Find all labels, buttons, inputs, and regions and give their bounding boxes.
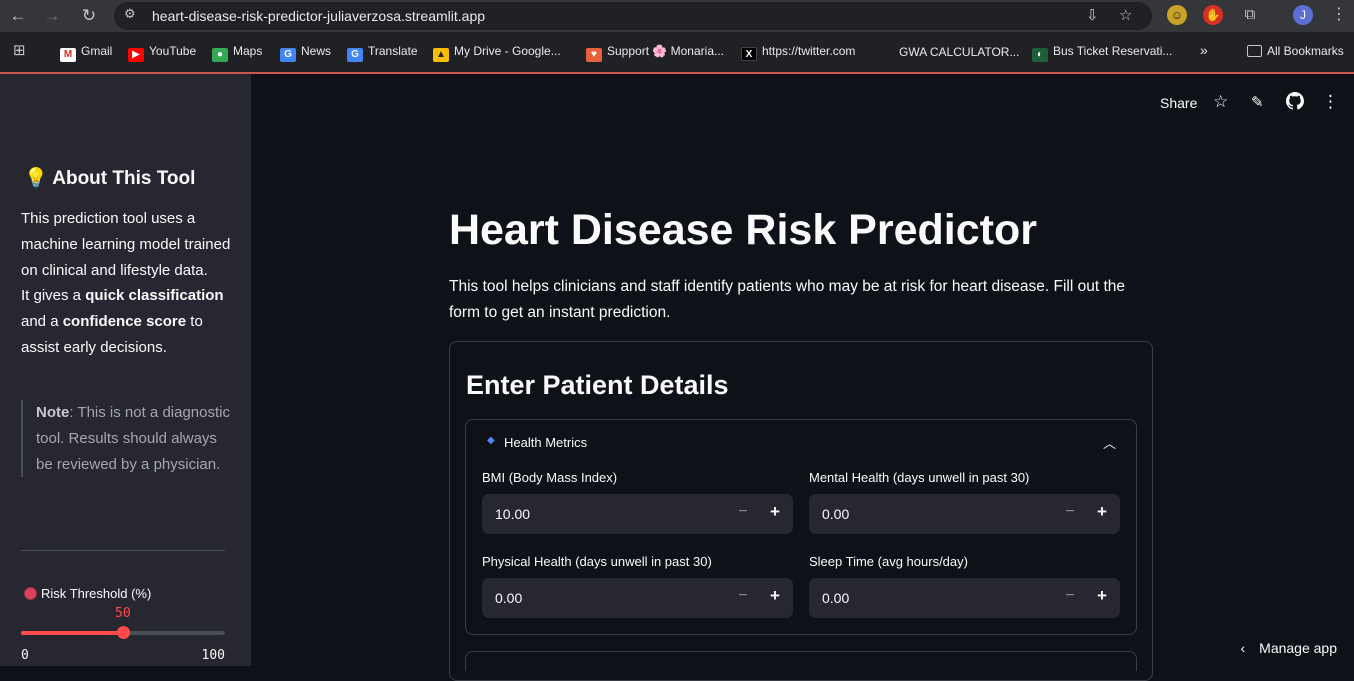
health-metrics-expander[interactable]: ◆ Health Metrics ︿ BMI (Body Mass Index)…	[465, 419, 1137, 635]
reload-icon[interactable]: ↻	[77, 4, 101, 28]
bmi-input[interactable]: 10.00 − +	[482, 494, 793, 534]
bmi-label: BMI (Body Mass Index)	[482, 470, 618, 485]
bookmark-drive[interactable]: ▲ My Drive - Google...	[433, 44, 561, 62]
more-bookmarks-icon[interactable]: »	[1200, 42, 1208, 58]
bookmarks-bar: ⊞ M Gmail ▶ YouTube ● Maps G News G Translate…	[0, 36, 1354, 68]
back-arrow-icon[interactable]: ←	[6, 4, 30, 28]
lightbulb-icon: 💡	[24, 168, 48, 189]
x-icon: X	[741, 47, 757, 61]
sidebar-heading: 💡 About This Tool	[24, 168, 196, 189]
mental-health-value[interactable]: 0.00	[822, 506, 849, 522]
slider-fill	[21, 631, 123, 635]
physical-health-value[interactable]: 0.00	[495, 590, 522, 606]
mental-health-label: Mental Health (days unwell in past 30)	[809, 470, 1030, 485]
bookmark-gmail[interactable]: M Gmail	[60, 44, 112, 62]
bookmark-bus[interactable]: ◐ Bus Ticket Reservati...	[1032, 44, 1172, 62]
diamond-icon: ◆	[487, 435, 495, 446]
page-intro: This tool helps clinicians and staff ide…	[449, 278, 1126, 321]
bookmark-twitter[interactable]: Xhttps://twitter.com	[741, 44, 855, 61]
edit-pencil-icon[interactable]: ✎	[1251, 93, 1264, 111]
bookmark-support[interactable]: ♥ Support 🌸 Monaria...	[586, 44, 724, 62]
install-app-icon[interactable]: ⇩	[1086, 6, 1099, 24]
sleep-time-decrement-button[interactable]: −	[1062, 587, 1078, 605]
patient-form: Enter Patient Details ◆ Health Metrics ︿…	[449, 341, 1153, 681]
bookmark-star-icon[interactable]: ☆	[1119, 6, 1132, 24]
folder-icon	[1247, 45, 1262, 57]
gmail-icon: M	[60, 48, 76, 62]
slider-value: 50	[115, 606, 131, 621]
share-button[interactable]: Share	[1160, 95, 1197, 111]
physical-health-label: Physical Health (days unwell in past 30)	[482, 554, 712, 569]
bmi-decrement-button[interactable]: −	[735, 503, 751, 521]
app-menu-icon[interactable]: ⋮	[1322, 92, 1339, 112]
extension-avatar-icon[interactable]: ☺	[1167, 5, 1187, 25]
extensions-puzzle-icon[interactable]: ⧉	[1240, 5, 1260, 25]
youtube-icon: ▶	[128, 48, 144, 62]
sleep-time-label: Sleep Time (avg hours/day)	[809, 554, 968, 569]
translate-icon: G	[347, 48, 363, 62]
physical-health-decrement-button[interactable]: −	[735, 587, 751, 605]
slider-thumb[interactable]	[117, 626, 130, 639]
url-text: heart-disease-risk-predictor-juliaverzos…	[152, 8, 486, 24]
drive-icon: ▲	[433, 48, 449, 62]
chevron-up-icon[interactable]: ︿	[1103, 433, 1116, 452]
slider-min-label: 0	[21, 648, 29, 663]
profile-avatar[interactable]: J	[1293, 5, 1313, 25]
mental-health-increment-button[interactable]: +	[1094, 502, 1110, 522]
extension-shield-icon[interactable]: ✋	[1203, 5, 1223, 25]
sleep-time-increment-button[interactable]: +	[1094, 586, 1110, 606]
github-icon[interactable]	[1286, 92, 1304, 113]
bookmark-news[interactable]: G News	[280, 44, 331, 62]
sidebar-divider	[21, 550, 225, 551]
support-icon: ♥	[586, 48, 602, 62]
star-icon[interactable]: ☆	[1213, 92, 1228, 112]
sleep-time-value[interactable]: 0.00	[822, 590, 849, 606]
mental-health-input[interactable]: 0.00 − +	[809, 494, 1120, 534]
mental-health-decrement-button[interactable]: −	[1062, 503, 1078, 521]
red-circle-icon	[24, 587, 37, 600]
sidebar-description: This prediction tool uses a machine lear…	[21, 210, 231, 356]
slider-max-label: 100	[201, 648, 225, 663]
page-icon	[878, 44, 894, 58]
bookmark-maps[interactable]: ● Maps	[212, 44, 262, 62]
chevron-left-icon: ‹	[1240, 640, 1246, 656]
bookmark-youtube[interactable]: ▶ YouTube	[128, 44, 196, 62]
page-title: Heart Disease Risk Predictor	[449, 206, 1037, 254]
bus-icon: ◐	[1032, 48, 1048, 62]
physical-health-increment-button[interactable]: +	[767, 586, 783, 606]
forward-arrow-icon[interactable]: →	[40, 4, 64, 28]
physical-health-input[interactable]: 0.00 − +	[482, 578, 793, 618]
bmi-value[interactable]: 10.00	[495, 506, 530, 522]
browser-chrome: ← → ↻ ⚙ heart-disease-risk-predictor-jul…	[0, 0, 1354, 74]
bmi-increment-button[interactable]: +	[767, 502, 783, 522]
sidebar-note: Note: This is not a diagnostic tool. Res…	[21, 400, 231, 478]
site-info-icon[interactable]: ⚙	[124, 6, 136, 22]
browser-toolbar: ← → ↻ ⚙ heart-disease-risk-predictor-jul…	[0, 0, 1354, 32]
bookmark-gwa[interactable]: GWA CALCULATOR...	[878, 44, 1019, 59]
manage-app-button[interactable]: ‹ Manage app	[1240, 640, 1337, 656]
form-heading: Enter Patient Details	[466, 370, 729, 400]
all-bookmarks[interactable]: All Bookmarks	[1247, 44, 1344, 58]
next-expander[interactable]	[465, 651, 1137, 671]
risk-threshold-label: Risk Threshold (%)	[24, 586, 151, 601]
expander-title: Health Metrics	[504, 435, 588, 450]
bookmark-translate[interactable]: G Translate	[347, 44, 418, 62]
main-content: Share ☆ ✎ ⋮ Heart Disease Risk Predictor…	[251, 74, 1354, 681]
browser-menu-icon[interactable]: ⋮	[1329, 5, 1349, 25]
apps-grid-icon[interactable]: ⊞	[13, 41, 26, 59]
risk-threshold-slider[interactable]	[21, 626, 225, 639]
sidebar: 💡 About This Tool This prediction tool u…	[0, 74, 251, 666]
address-bar[interactable]: ⚙ heart-disease-risk-predictor-juliaverz…	[114, 2, 1152, 30]
maps-icon: ●	[212, 48, 228, 62]
sleep-time-input[interactable]: 0.00 − +	[809, 578, 1120, 618]
news-icon: G	[280, 48, 296, 62]
